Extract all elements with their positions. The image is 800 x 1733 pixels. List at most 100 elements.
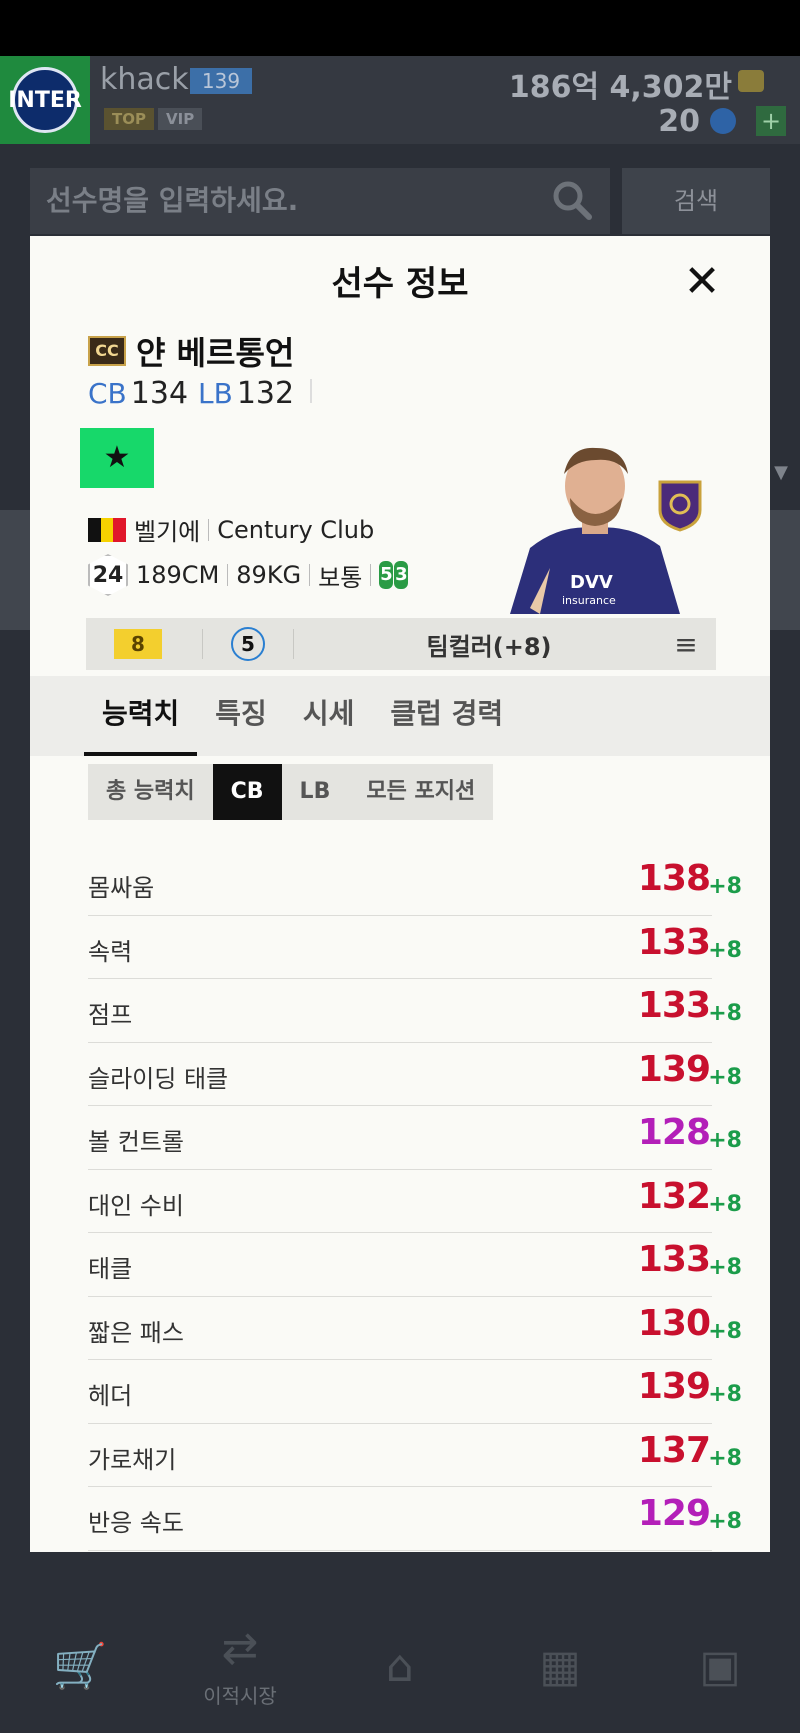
height: 189CM — [136, 561, 220, 589]
position-code: CB — [88, 377, 127, 410]
formation-icon: ▦ — [539, 1640, 581, 1692]
stat-label: 짧은 패스 — [88, 1318, 184, 1347]
stat-row: 속력 133 +8 — [88, 916, 742, 979]
stat-bonus: +8 — [708, 1509, 742, 1534]
stat-row: 슬라이딩 태클 139 +8 — [88, 1043, 742, 1106]
subtab-lb[interactable]: LB — [282, 764, 349, 820]
home-icon: ⌂ — [386, 1640, 414, 1692]
stat-label: 몸싸움 — [88, 874, 155, 902]
stat-label: 헤더 — [88, 1382, 133, 1410]
age-badge: 24 — [88, 554, 128, 596]
divider — [310, 379, 313, 403]
weak-foot-badge: 5 3 — [379, 561, 409, 589]
stat-row: 볼 컨트롤 128 +8 — [88, 1106, 742, 1170]
search-button[interactable]: 검색 — [622, 168, 770, 234]
coin-icon — [738, 70, 764, 92]
position-ovr: 132 — [236, 376, 295, 411]
position-ratings: CB 134 LB 132 — [88, 376, 313, 411]
weight: 89KG — [236, 561, 302, 589]
bottom-nav: 🛒 ⇄ 이적시장 ⌂ ▦ ▣ — [0, 1600, 800, 1733]
player-name: 얀 베르통언 — [136, 334, 295, 372]
nav-shop[interactable]: 🛒 — [0, 1600, 160, 1733]
close-button[interactable]: ✕ — [674, 254, 730, 310]
menu-icon[interactable]: ≡ — [656, 628, 716, 661]
vip-badge: VIP — [158, 108, 203, 130]
nav-home[interactable]: ⌂ — [320, 1600, 480, 1733]
enhance-level-badge[interactable]: 8 — [114, 629, 162, 659]
stat-label: 가로채기 — [88, 1445, 177, 1474]
subtab-all-positions[interactable]: 모든 포지션 — [348, 764, 493, 820]
user-level: 139 — [190, 68, 252, 94]
stat-bonus: +8 — [708, 1191, 742, 1217]
body-type: 보통 — [318, 563, 363, 592]
nav-transfer-market[interactable]: ⇄ 이적시장 — [160, 1600, 320, 1733]
stat-bonus: +8 — [708, 1382, 742, 1407]
stat-label: 태클 — [88, 1255, 133, 1283]
subtab-total[interactable]: 총 능력치 — [88, 764, 213, 820]
belgium-flag-icon — [88, 517, 127, 542]
stat-bonus: +8 — [708, 1318, 742, 1344]
nav-formation[interactable]: ▦ — [480, 1600, 640, 1733]
stat-label: 반응 속도 — [88, 1509, 184, 1537]
tab-price[interactable]: 시세 — [285, 676, 373, 756]
nav-inventory[interactable]: ▣ — [640, 1600, 800, 1733]
player-info-modal: 선수 정보 ✕ CC 얀 베르통언 CB 134 LB 132 ★ 벨기에 Ce… — [30, 236, 770, 1552]
top-badge: TOP — [104, 108, 154, 130]
status-bar — [0, 0, 800, 56]
svg-text:insurance: insurance — [562, 594, 616, 607]
position-subtabs: 총 능력치 CB LB 모든 포지션 — [88, 764, 494, 820]
add-points-button[interactable]: + — [756, 106, 786, 136]
position-ovr: 134 — [130, 376, 189, 411]
stat-bonus: +8 — [708, 1001, 742, 1026]
stat-row: 짧은 패스 130 +8 — [88, 1297, 742, 1360]
stat-value: 128 — [637, 1112, 711, 1153]
physical-info-row: 24 189CM 89KG 보통 5 3 — [88, 554, 409, 596]
enhance-bar: 8 5 팀컬러(+8) ≡ — [86, 618, 716, 670]
search-icon[interactable] — [552, 180, 592, 220]
svg-text:DVV: DVV — [570, 572, 613, 593]
nav-transfer-label: 이적시장 — [203, 1684, 277, 1708]
tab-stats[interactable]: 능력치 — [84, 676, 198, 756]
stat-row: 태클 133 +8 — [88, 1233, 742, 1297]
club-logo[interactable]: INTER — [0, 56, 90, 144]
divider — [208, 518, 210, 541]
club-crest-icon — [658, 480, 702, 532]
stat-label: 대인 수비 — [88, 1191, 184, 1220]
divider — [202, 629, 203, 659]
stats-list: 몸싸움 138 +8 속력 133 +8 점프 133 +8 슬라이딩 태클 139 +8 볼 컨트롤 1… — [88, 852, 742, 1551]
subtab-cb[interactable]: CB — [212, 764, 282, 820]
stat-bonus: +8 — [708, 874, 742, 899]
nation-club-row: 벨기에 Century Club — [88, 512, 374, 547]
nation-name: 벨기에 — [134, 518, 201, 546]
tab-club-history[interactable]: 클럽 경력 — [372, 676, 521, 756]
season-badge-icon: CC — [88, 336, 126, 366]
club-name: Century Club — [217, 515, 375, 544]
right-foot-value: 3 — [394, 561, 409, 589]
position-code: LB — [198, 377, 233, 410]
stat-value: 132 — [637, 1175, 711, 1217]
point-balance: 20 — [658, 104, 700, 139]
divider — [370, 564, 372, 586]
stat-row: 대인 수비 132 +8 — [88, 1170, 742, 1233]
username: khack — [100, 62, 189, 97]
point-icon — [710, 108, 736, 134]
club-logo-icon: INTER — [8, 67, 82, 133]
grade-star-badge[interactable]: ★ — [80, 428, 154, 488]
search-input[interactable]: 선수명을 입력하세요. — [30, 168, 610, 234]
modal-title: 선수 정보 — [331, 264, 469, 304]
stat-label: 슬라이딩 태클 — [88, 1064, 229, 1093]
stat-label: 볼 컨트롤 — [88, 1128, 184, 1156]
team-color-label[interactable]: 팀컬러(+8) — [322, 627, 656, 662]
stat-bonus: +8 — [708, 937, 742, 963]
stat-value: 139 — [637, 1048, 711, 1090]
stat-row: 가로채기 137 +8 — [88, 1424, 742, 1487]
coin-balance: 186억 4,302만 — [508, 70, 732, 105]
stat-bonus: +8 — [708, 1255, 742, 1280]
stat-value: 133 — [637, 985, 711, 1026]
stat-row: 점프 133 +8 — [88, 979, 742, 1043]
stat-value: 130 — [637, 1302, 711, 1344]
tab-traits[interactable]: 특징 — [197, 676, 285, 756]
player-level-badge[interactable]: 5 — [231, 627, 265, 661]
transfer-icon: ⇄ — [221, 1623, 259, 1674]
divider — [309, 564, 311, 586]
